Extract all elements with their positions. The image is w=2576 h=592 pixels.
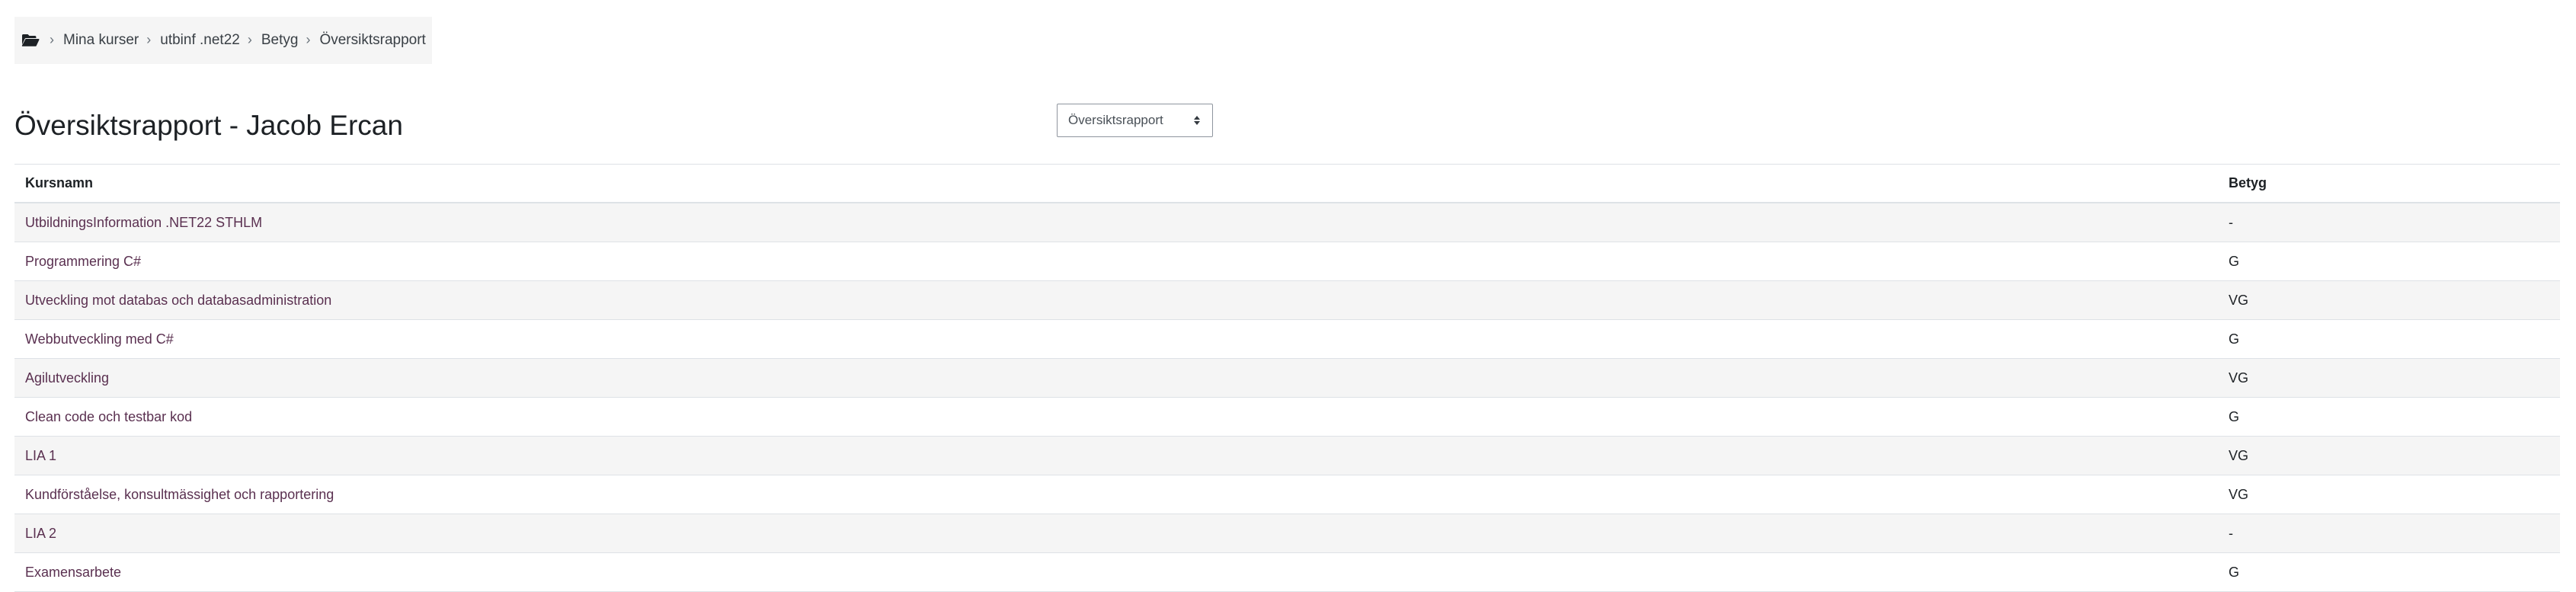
grade-cell: VG [2218,358,2560,398]
table-row: LIA 1 VG [14,436,2560,475]
grade-cell: G [2218,242,2560,281]
chevron-right-icon: › [50,31,54,47]
course-link[interactable]: Clean code och testbar kod [25,409,192,424]
page-title: Översiktsrapport - Jacob Ercan [14,110,403,141]
chevron-right-icon: › [306,31,311,47]
grade-cell: G [2218,319,2560,359]
course-link[interactable]: LIA 2 [25,526,56,541]
course-link[interactable]: Utveckling mot databas och databasadmini… [25,293,331,308]
grade-cell: - [2218,514,2560,553]
table-row: Programmering C# G [14,242,2560,281]
table-row: Kundförståelse, konsultmässighet och rap… [14,475,2560,514]
course-link[interactable]: Examensarbete [25,565,121,580]
breadcrumb-item-betyg[interactable]: Betyg [261,32,299,49]
breadcrumb: › Mina kurser › utbinf .net22 › Betyg › … [14,17,432,64]
grade-cell: G [2218,552,2560,592]
grade-cell: VG [2218,436,2560,475]
report-type-select-value: Översiktsrapport [1068,113,1163,127]
table-row: LIA 2 - [14,514,2560,553]
grade-cell: VG [2218,475,2560,514]
select-arrows-icon [1192,116,1202,125]
grade-cell: VG [2218,280,2560,320]
course-link[interactable]: Programmering C# [25,254,141,269]
course-link[interactable]: LIA 1 [25,448,56,463]
table-header-row: Kursnamn Betyg [14,164,2560,203]
header-row: Översiktsrapport - Jacob Ercan Översikts… [14,104,2560,172]
grade-cell: - [2218,203,2560,242]
course-link[interactable]: Kundförståelse, konsultmässighet och rap… [25,487,334,502]
table-row: UtbildningsInformation .NET22 STHLM - [14,203,2560,242]
table-row: Clean code och testbar kod G [14,397,2560,437]
chevron-right-icon: › [247,31,252,47]
course-link[interactable]: UtbildningsInformation .NET22 STHLM [25,215,262,230]
table-row: Examensarbete G [14,552,2560,592]
breadcrumb-item-mina-kurser[interactable]: Mina kurser [63,32,139,49]
course-link[interactable]: Agilutveckling [25,370,109,386]
table-row: Utveckling mot databas och databasadmini… [14,280,2560,320]
course-link[interactable]: Webbutveckling med C# [25,331,174,347]
breadcrumb-item-course[interactable]: utbinf .net22 [160,32,240,49]
folder-open-icon[interactable] [19,29,42,52]
table-row: Webbutveckling med C# G [14,319,2560,359]
grade-cell: G [2218,397,2560,437]
breadcrumb-current: Översiktsrapport [319,32,426,48]
column-header-course: Kursnamn [14,164,2218,203]
report-type-select[interactable]: Översiktsrapport [1057,104,1213,137]
column-header-grade: Betyg [2218,164,2560,203]
chevron-right-icon: › [146,31,152,47]
page: › Mina kurser › utbinf .net22 › Betyg › … [14,17,2560,592]
overview-report-table: Kursnamn Betyg UtbildningsInformation .N… [14,164,2560,592]
table-row: Agilutveckling VG [14,358,2560,398]
